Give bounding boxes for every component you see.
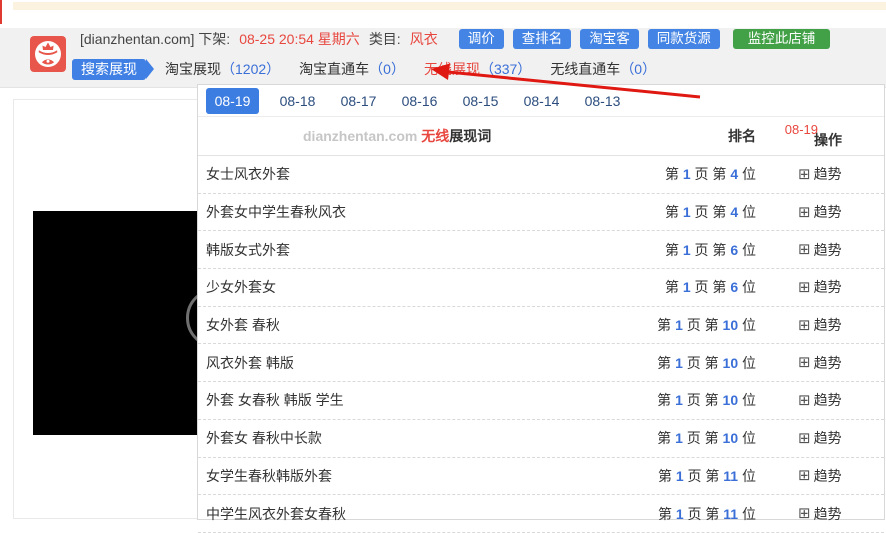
trend-label: 趋势 [813, 241, 842, 258]
offshelf-time: 08-25 20:54 星期六 [239, 31, 360, 47]
keyword-text: 少女外套女 [206, 279, 276, 296]
rank-text: 第 1 页 第 10 位 [657, 317, 756, 334]
trend-link[interactable]: ⊞ 趋势 [756, 315, 884, 335]
keyword-text: 外套女中学生春秋风衣 [206, 204, 346, 221]
date-tab-08-15[interactable]: 08-15 [450, 88, 511, 114]
trend-label: 趋势 [813, 354, 842, 371]
shop-label: [dianzhentan.com] 下架: [80, 31, 231, 47]
rank-text: 第 1 页 第 11 位 [657, 505, 756, 522]
trend-expand-icon: ⊞ [798, 278, 811, 296]
table-row: 外套女中学生春秋风衣 第 1 页 第 4 位 ⊞ 趋势 [198, 194, 884, 232]
trend-link[interactable]: ⊞ 趋势 [756, 277, 884, 297]
table-header-row: dianzhentan.com 无线展现词 排名 操作 08-19 [198, 117, 884, 156]
keyword-text: 外套 女春秋 韩版 学生 [206, 392, 344, 409]
trend-expand-icon: ⊞ [798, 241, 811, 259]
product-image [33, 211, 197, 435]
keyword-text: 外套女 春秋中长款 [206, 430, 322, 447]
trend-link[interactable]: ⊞ 趋势 [756, 353, 884, 373]
trend-label: 趋势 [813, 505, 842, 522]
tab-taobao-ztc[interactable]: 淘宝直通车（0） [299, 59, 405, 79]
rank-text: 第 1 页 第 10 位 [657, 392, 756, 409]
keyword-table-body: 女士风衣外套 第 1 页 第 4 位 ⊞ 趋势 外套女中学生春秋风衣 第 1 页… [198, 156, 884, 533]
left-edge-mark [0, 0, 2, 24]
trend-expand-icon: ⊞ [798, 391, 811, 409]
table-row: 少女外套女 第 1 页 第 6 位 ⊞ 趋势 [198, 269, 884, 307]
table-title: dianzhentan.com 无线展现词 [198, 126, 656, 146]
date-tab-08-17[interactable]: 08-17 [328, 88, 389, 114]
monitor-shop-button[interactable]: 监控此店铺 [732, 29, 831, 49]
top-notice-bar [13, 2, 886, 10]
action-column-header: 操作 [814, 132, 842, 148]
rank-text: 第 1 页 第 10 位 [657, 354, 756, 371]
trend-label: 趋势 [813, 204, 842, 221]
date-tab-08-19[interactable]: 08-19 [206, 87, 259, 114]
date-tab-08-16[interactable]: 08-16 [389, 88, 450, 114]
rank-text: 第 1 页 第 4 位 [664, 204, 756, 221]
trend-label: 趋势 [813, 392, 842, 409]
rank-text: 第 1 页 第 6 位 [664, 241, 756, 258]
keyword-text: 女学生春秋韩版外套 [206, 467, 332, 484]
date-tabs-row: 08-19 08-18 08-17 08-16 08-15 08-14 08-13 [198, 85, 884, 117]
shop-info-row: [dianzhentan.com] 下架: 08-25 20:54 星期六 类目… [80, 28, 831, 50]
trend-expand-icon: ⊞ [798, 467, 811, 485]
table-row: 外套女 春秋中长款 第 1 页 第 10 位 ⊞ 趋势 [198, 420, 884, 458]
keyword-text: 韩版女式外套 [206, 241, 290, 258]
date-tab-08-13[interactable]: 08-13 [572, 88, 633, 114]
tab-search-impressions[interactable]: 搜索展现 [72, 58, 146, 80]
keyword-text: 风衣外套 韩版 [206, 354, 294, 371]
trend-label: 趋势 [813, 317, 842, 334]
wireless-impressions-dropdown: 08-19 08-18 08-17 08-16 08-15 08-14 08-13 dian… [197, 84, 885, 533]
rank-column-header: 排名 [728, 128, 756, 144]
trend-link[interactable]: ⊞ 趋势 [756, 466, 884, 486]
trend-label: 趋势 [813, 430, 842, 447]
keyword-text: 女外套 春秋 [206, 317, 280, 334]
trend-label: 趋势 [813, 279, 842, 296]
trend-expand-icon: ⊞ [798, 354, 811, 372]
header-band: [dianzhentan.com] 下架: 08-25 20:54 星期六 类目… [0, 28, 886, 88]
date-tab-08-18[interactable]: 08-18 [267, 88, 328, 114]
trend-link[interactable]: ⊞ 趋势 [756, 504, 884, 524]
tab-wireless-ztc[interactable]: 无线直通车（0） [550, 59, 656, 79]
tab-taobao-impressions[interactable]: 淘宝展现（1202） [165, 59, 280, 79]
detective-logo-icon [30, 36, 66, 72]
rank-text: 第 1 页 第 4 位 [664, 166, 756, 183]
keyword-text: 中学生风衣外套女春秋 [206, 505, 346, 522]
category-value: 风衣 [409, 31, 438, 47]
date-badge: 08-19 [784, 122, 818, 137]
category-label: 类目: [368, 31, 401, 47]
table-row: 外套 女春秋 韩版 学生 第 1 页 第 10 位 ⊞ 趋势 [198, 382, 884, 420]
check-rank-button[interactable]: 查排名 [512, 29, 572, 49]
tab-wireless-impressions[interactable]: 无线展现（337） [424, 59, 531, 79]
table-title-rest: 展现词 [449, 128, 492, 144]
table-row: 风衣外套 韩版 第 1 页 第 10 位 ⊞ 趋势 [198, 344, 884, 383]
same-item-source-button[interactable]: 同款货源 [647, 29, 720, 49]
trend-expand-icon: ⊞ [798, 316, 811, 334]
trend-expand-icon: ⊞ [798, 203, 811, 221]
date-tab-08-14[interactable]: 08-14 [511, 88, 572, 114]
table-row: 女学生春秋韩版外套 第 1 页 第 11 位 ⊞ 趋势 [198, 458, 884, 496]
trend-link[interactable]: ⊞ 趋势 [756, 240, 884, 260]
table-row: 女士风衣外套 第 1 页 第 4 位 ⊞ 趋势 [198, 156, 884, 194]
table-row: 中学生风衣外套女春秋 第 1 页 第 11 位 ⊞ 趋势 [198, 495, 884, 533]
trend-link[interactable]: ⊞ 趋势 [756, 428, 884, 448]
keyword-text: 女士风衣外套 [206, 166, 290, 183]
trend-link[interactable]: ⊞ 趋势 [756, 390, 884, 410]
rank-text: 第 1 页 第 11 位 [657, 467, 756, 484]
trend-link[interactable]: ⊞ 趋势 [756, 164, 884, 184]
impression-nav: 搜索展现 淘宝展现（1202） 淘宝直通车（0） 无线展现（337） 无线直通车… [72, 57, 656, 81]
trend-link[interactable]: ⊞ 趋势 [756, 202, 884, 222]
trend-label: 趋势 [813, 467, 842, 484]
table-row: 女外套 春秋 第 1 页 第 10 位 ⊞ 趋势 [198, 307, 884, 345]
table-title-highlight: 无线 [421, 128, 450, 144]
taobaoke-button[interactable]: 淘宝客 [580, 29, 639, 49]
price-adjust-button[interactable]: 调价 [458, 29, 504, 49]
trend-expand-icon: ⊞ [798, 505, 811, 523]
brand-text: dianzhentan.com [303, 128, 418, 144]
rank-text: 第 1 页 第 10 位 [657, 430, 756, 447]
trend-expand-icon: ⊞ [798, 165, 811, 183]
table-row: 韩版女式外套 第 1 页 第 6 位 ⊞ 趋势 [198, 231, 884, 270]
trend-expand-icon: ⊞ [798, 429, 811, 447]
rank-text: 第 1 页 第 6 位 [664, 279, 756, 296]
trend-label: 趋势 [813, 166, 842, 183]
